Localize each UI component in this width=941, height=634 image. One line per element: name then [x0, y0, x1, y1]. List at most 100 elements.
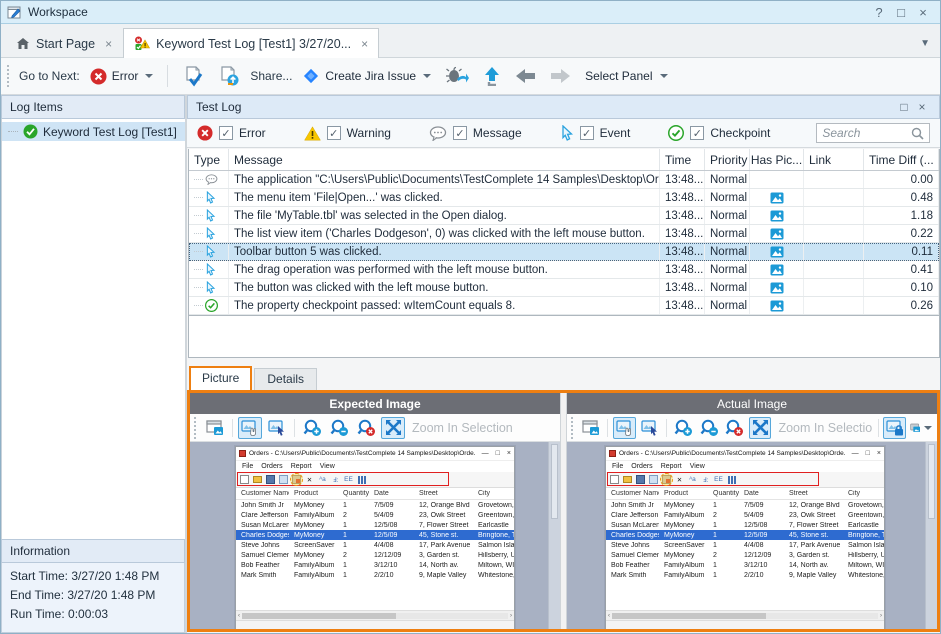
go-back-button[interactable]	[511, 64, 540, 88]
zoom-in-button[interactable]	[300, 417, 324, 439]
log-items-tree-item[interactable]: Keyword Test Log [Test1]	[2, 122, 185, 141]
export-log-button[interactable]	[214, 62, 244, 90]
tab-keyword-test-log[interactable]: Keyword Test Log [Test1] 3/27/20... ×	[123, 28, 379, 58]
filter-toggle[interactable]: ✓ Checkpoint	[668, 125, 770, 141]
orders-hscrollbar: ‹›	[236, 610, 514, 620]
fit-to-window-button[interactable]	[749, 417, 772, 439]
tab-list-chevron-icon[interactable]: ▼	[920, 38, 930, 49]
filter-toggle[interactable]: ✓ Error	[197, 125, 266, 141]
select-mode-button[interactable]	[265, 417, 289, 439]
sort-icon: ᴬa	[688, 475, 697, 484]
table-row[interactable]: The menu item 'File|Open...' was clicked…	[189, 189, 939, 207]
picture-badge-icon[interactable]	[770, 228, 784, 240]
orders-menubar: FileOrdersReportView	[236, 461, 514, 472]
pane-splitter[interactable]	[560, 393, 567, 629]
filter-checkbox[interactable]: ✓	[580, 126, 594, 140]
search-input[interactable]: Search	[816, 123, 930, 143]
tab-picture[interactable]: Picture	[189, 366, 252, 390]
orders-toolbar: ✕ ᴬa Ⅎ: EE	[606, 472, 884, 487]
go-up-button[interactable]	[479, 63, 505, 89]
panel-close-button[interactable]: ×	[913, 100, 931, 114]
view-options-button[interactable]	[909, 417, 933, 439]
image-lock-icon	[886, 420, 904, 436]
group-icon: Ⅎ:	[331, 475, 340, 484]
table-row[interactable]: The list view item ('Charles Dodgeson', …	[189, 225, 939, 243]
maximize-button[interactable]: □	[890, 3, 912, 21]
go-forward-button[interactable]	[546, 64, 575, 88]
column-header[interactable]: Time	[660, 149, 705, 170]
toolbar-grip[interactable]	[194, 417, 198, 439]
filter-toggle[interactable]: ✓ Message	[429, 126, 522, 141]
zoom-out-button[interactable]	[327, 417, 351, 439]
close-button[interactable]: ×	[912, 3, 934, 21]
zoom-reset-button[interactable]	[354, 417, 378, 439]
select-mode-button[interactable]	[639, 417, 662, 439]
filter-toggle[interactable]: ✓ Event	[560, 125, 631, 141]
filter-checkbox[interactable]: ✓	[690, 126, 704, 140]
picture-badge-icon[interactable]	[770, 210, 784, 222]
filter-checkbox[interactable]: ✓	[453, 126, 467, 140]
delete-icon: ✕	[675, 475, 684, 484]
open-icon	[623, 476, 632, 483]
column-header[interactable]: Message	[229, 149, 660, 170]
zoom-reset-button[interactable]	[723, 417, 746, 439]
log-time: 13:48...	[660, 261, 705, 278]
expand-arrows-icon	[752, 419, 769, 436]
picture-badge-icon[interactable]	[770, 300, 784, 312]
error-icon	[197, 125, 213, 141]
picture-badge-icon[interactable]	[770, 192, 784, 204]
zoom-in-button[interactable]	[672, 417, 695, 439]
column-header[interactable]: Link	[804, 149, 864, 170]
vertical-scrollbar[interactable]	[548, 442, 560, 629]
table-row[interactable]: The application "C:\Users\Public\Documen…	[189, 171, 939, 189]
column-header[interactable]: Has Pic...	[750, 149, 804, 170]
picture-badge-icon[interactable]	[770, 264, 784, 276]
toolbar-grip[interactable]	[571, 417, 575, 439]
jump-to-bug-button[interactable]	[441, 63, 473, 89]
vertical-scrollbar[interactable]	[925, 442, 937, 629]
expected-orders-screenshot: Orders - C:\Users\Public\Documents\TestC…	[235, 446, 515, 629]
picture-badge-icon[interactable]	[770, 246, 784, 258]
table-row[interactable]: The drag operation was performed with th…	[189, 261, 939, 279]
select-panel-button[interactable]: Select Panel	[581, 66, 671, 86]
column-header[interactable]: Type	[189, 149, 229, 170]
document-check-icon	[182, 65, 204, 87]
document-tabstrip: Start Page × Keyword Test Log [Test1] 3/…	[1, 24, 940, 58]
tab-close-icon[interactable]: ×	[105, 37, 112, 51]
fit-to-window-button[interactable]	[381, 417, 405, 439]
zoom-out-button[interactable]	[698, 417, 721, 439]
tab-start-page[interactable]: Start Page ×	[5, 29, 123, 57]
go-to-next-error-button[interactable]: Error	[86, 65, 158, 88]
pan-mode-button[interactable]	[613, 417, 636, 439]
open-log-button[interactable]	[178, 62, 208, 90]
table-row[interactable]: The property checkpoint passed: wItemCou…	[189, 297, 939, 315]
open-icon	[253, 476, 262, 483]
table-row[interactable]: The file 'MyTable.tbl' was selected in t…	[189, 207, 939, 225]
help-button[interactable]: ?	[868, 3, 890, 21]
filter-toggle[interactable]: ✓ Warning	[304, 126, 391, 141]
highlighted-toolbar-icon	[662, 475, 671, 484]
filter-checkbox[interactable]: ✓	[327, 126, 341, 140]
actual-image-canvas[interactable]: Orders - C:\Users\Public\Documents\TestC…	[567, 442, 937, 629]
create-jira-issue-button[interactable]: Create Jira Issue	[298, 64, 435, 88]
panel-maximize-button[interactable]: □	[895, 100, 913, 114]
picture-badge-icon[interactable]	[770, 282, 784, 294]
toolbar-grip[interactable]	[7, 65, 11, 87]
column-header[interactable]: Time Diff (...	[864, 149, 939, 170]
orders-grid-row: Samuel ClemensMyMoney212/12/093, Garden …	[606, 550, 884, 560]
lock-panels-button[interactable]	[883, 417, 906, 439]
column-header[interactable]: Priority	[705, 149, 750, 170]
tab-close-icon[interactable]: ×	[361, 37, 368, 51]
log-link	[804, 261, 864, 278]
pan-mode-button[interactable]	[238, 417, 262, 439]
tab-details[interactable]: Details	[254, 368, 317, 390]
information-panel: Start Time: 3/27/20 1:48 PM End Time: 3/…	[1, 563, 185, 633]
show-in-window-button[interactable]	[580, 417, 603, 439]
show-in-window-button[interactable]	[203, 417, 227, 439]
arrow-left-icon	[515, 67, 536, 85]
table-row[interactable]: Toolbar button 5 was clicked. 13:48... N…	[189, 243, 939, 261]
share-button[interactable]: Share...	[250, 69, 292, 83]
filter-checkbox[interactable]: ✓	[219, 126, 233, 140]
expected-image-canvas[interactable]: Orders - C:\Users\Public\Documents\TestC…	[190, 442, 560, 629]
table-row[interactable]: The button was clicked with the left mou…	[189, 279, 939, 297]
